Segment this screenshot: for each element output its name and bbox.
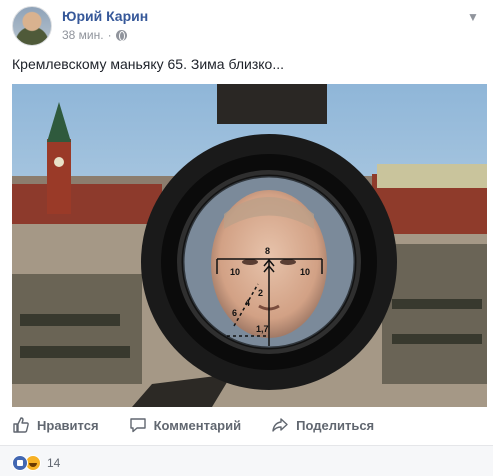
reactions-bar: 14: [0, 446, 493, 476]
chevron-down-icon[interactable]: ▼: [464, 10, 482, 24]
share-button[interactable]: Поделиться: [271, 416, 374, 434]
like-label: Нравится: [37, 417, 99, 433]
post-text: Кремлевскому маньяку 65. Зима близко...: [12, 56, 284, 72]
globe-icon: [115, 29, 127, 41]
post-image[interactable]: 10 10 8 2 4 6 1,7: [12, 84, 487, 407]
scope-mark-4: 4: [245, 298, 250, 308]
scope-mark-6: 6: [232, 308, 237, 318]
post-time[interactable]: 38 мин.: [62, 28, 104, 42]
post-meta: 38 мин. ·: [62, 28, 127, 42]
comment-label: Комментарий: [153, 417, 242, 433]
like-reaction-icon: [12, 455, 28, 471]
author-name[interactable]: Юрий Карин: [62, 8, 148, 24]
post-header: Юрий Карин 38 мин. · ▼: [12, 6, 482, 48]
share-icon: [272, 418, 288, 432]
reactions-summary[interactable]: 14: [12, 455, 60, 471]
reaction-count[interactable]: 14: [47, 456, 60, 470]
sniper-scope-image: 10 10 8 2 4 6 1,7: [12, 84, 487, 407]
meta-separator: ·: [107, 28, 112, 42]
thumbs-up-icon: [13, 417, 29, 433]
like-button[interactable]: Нравится: [12, 416, 99, 434]
avatar[interactable]: [12, 6, 52, 46]
share-label: Поделиться: [296, 417, 375, 433]
scope-mark-2: 2: [258, 288, 263, 298]
scope-mark-8: 8: [265, 246, 270, 256]
scope-mark-10-right: 10: [300, 267, 310, 277]
comment-icon: [129, 418, 146, 433]
comment-button[interactable]: Комментарий: [129, 416, 242, 434]
post-actions: Нравится Комментарий Поделиться: [12, 410, 482, 440]
scope-mark-10-left: 10: [230, 267, 240, 277]
scope-mark-1-7: 1,7: [256, 324, 269, 334]
